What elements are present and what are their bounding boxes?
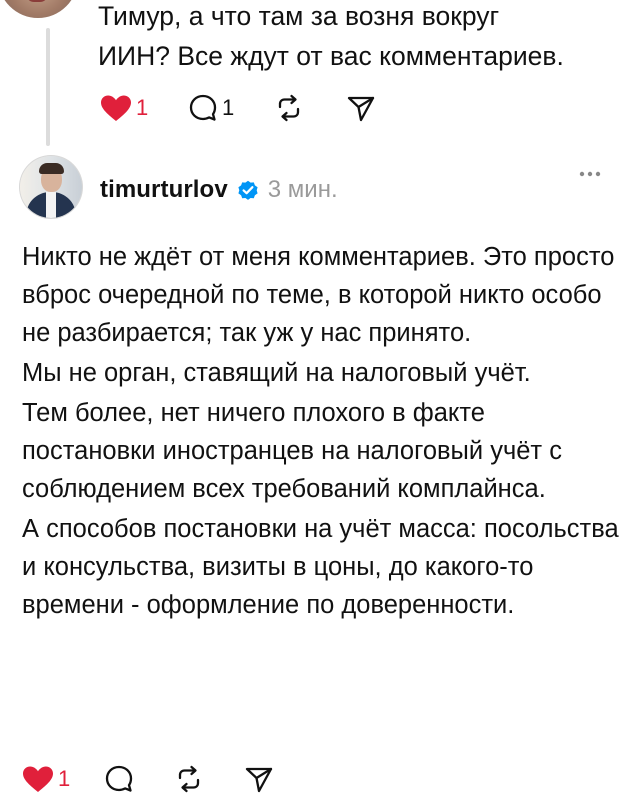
parent-like-count: 1 — [136, 95, 149, 120]
parent-post-actions: 1 1 — [100, 93, 376, 123]
reply-paragraph: Никто не ждёт от меня комментариев. Это … — [22, 243, 615, 347]
reply-post-actions: 1 — [22, 764, 274, 794]
parent-comment-count: 1 — [222, 95, 235, 120]
parent-author-avatar[interactable] — [0, 0, 78, 18]
reply-share-button[interactable] — [244, 764, 274, 794]
ellipsis-icon[interactable] — [574, 162, 610, 186]
verified-badge-icon — [238, 180, 258, 200]
reply-paragraph: А способов постановки на учёт масса: пос… — [22, 515, 619, 619]
send-icon — [347, 96, 375, 122]
author-avatar[interactable] — [20, 156, 82, 218]
parent-post-text: Тимур, а что там за возня вокруг ИИН? Вс… — [98, 1, 564, 71]
thread-line — [46, 28, 50, 146]
comment-bubble-icon — [105, 765, 133, 792]
reply-repost-button[interactable] — [174, 764, 244, 794]
reply-post-body: Никто не ждёт от меня комментариев. Это … — [22, 238, 622, 624]
parent-like-button[interactable]: 1 — [100, 93, 188, 123]
reply-like-count: 1 — [58, 766, 71, 791]
post-timestamp: 3 мин. — [267, 176, 338, 203]
reply-paragraph: Тем более, нет ничего плохого в факте по… — [22, 399, 562, 503]
heart-icon — [101, 95, 131, 121]
post-header: timurturlov 3 мин. — [100, 173, 338, 207]
reply-comment-button[interactable] — [104, 764, 174, 794]
comment-bubble-icon — [189, 94, 217, 121]
send-icon — [245, 767, 273, 793]
parent-comment-button[interactable]: 1 — [188, 93, 274, 123]
repost-icon — [278, 94, 300, 122]
heart-icon — [23, 766, 53, 792]
reply-paragraph: Мы не орган, ставящий на налоговый учёт. — [22, 359, 531, 387]
repost-icon — [178, 765, 200, 793]
reply-like-button[interactable]: 1 — [22, 764, 104, 794]
parent-share-button[interactable] — [346, 93, 376, 123]
parent-repost-button[interactable] — [274, 93, 346, 123]
author-username[interactable]: timurturlov — [100, 176, 228, 204]
